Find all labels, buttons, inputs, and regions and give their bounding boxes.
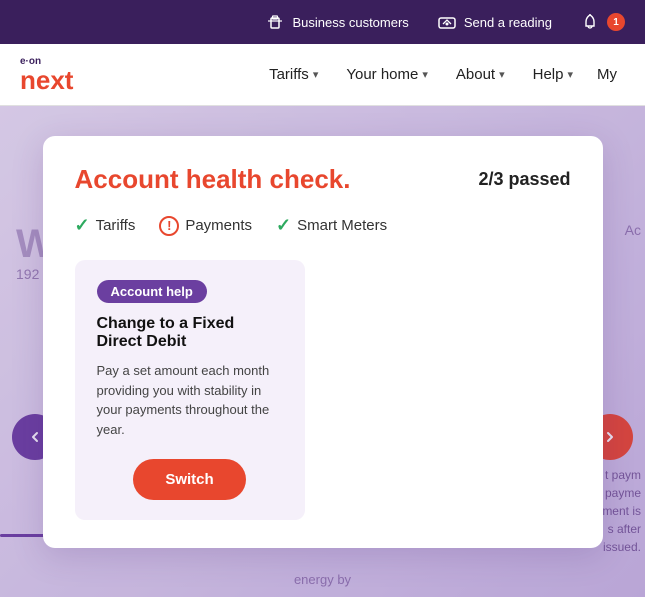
nav-bar: e·on next Tariffs ▾ Your home ▾ About ▾ … bbox=[0, 44, 645, 106]
check-tariffs: ✓ Tariffs bbox=[75, 215, 136, 236]
check-warning-icon: ! bbox=[159, 216, 179, 236]
check-smart-meters: ✓ Smart Meters bbox=[276, 215, 387, 236]
briefcase-icon bbox=[265, 12, 285, 32]
check-payments: ! Payments bbox=[159, 216, 252, 236]
switch-button[interactable]: Switch bbox=[133, 459, 245, 500]
top-bar: Business customers Send a reading 1 bbox=[0, 0, 645, 44]
help-card: Account help Change to a Fixed Direct De… bbox=[75, 260, 305, 520]
nav-help[interactable]: Help ▾ bbox=[521, 58, 585, 91]
nav-help-label: Help bbox=[533, 66, 564, 83]
nav-my[interactable]: My bbox=[589, 58, 625, 91]
nav-items: Tariffs ▾ Your home ▾ About ▾ Help ▾ My bbox=[257, 58, 625, 91]
check-pass-icon: ✓ bbox=[75, 215, 90, 236]
notification-bell[interactable]: 1 bbox=[580, 12, 625, 32]
nav-tariffs-label: Tariffs bbox=[269, 66, 309, 83]
nav-your-home-label: Your home bbox=[346, 66, 418, 83]
health-header: Account health check. 2/3 passed bbox=[75, 164, 571, 195]
chevron-down-icon: ▾ bbox=[567, 68, 573, 81]
check-tariffs-label: Tariffs bbox=[96, 217, 136, 234]
health-title: Account health check. bbox=[75, 164, 351, 195]
check-payments-label: Payments bbox=[185, 217, 252, 234]
logo-next: next bbox=[20, 67, 73, 93]
nav-about[interactable]: About ▾ bbox=[444, 58, 517, 91]
modal-overlay: Account health check. 2/3 passed ✓ Tarif… bbox=[0, 106, 645, 597]
chevron-down-icon: ▾ bbox=[422, 68, 428, 81]
check-smart-meters-label: Smart Meters bbox=[297, 217, 387, 234]
send-reading-label: Send a reading bbox=[464, 15, 552, 30]
send-reading-link[interactable]: Send a reading bbox=[437, 12, 552, 32]
health-checks: ✓ Tariffs ! Payments ✓ Smart Meters bbox=[75, 215, 571, 236]
chevron-down-icon: ▾ bbox=[313, 68, 319, 81]
bell-icon bbox=[580, 12, 600, 32]
nav-your-home[interactable]: Your home ▾ bbox=[334, 58, 440, 91]
account-help-badge: Account help bbox=[97, 280, 207, 303]
notification-count: 1 bbox=[607, 13, 625, 31]
help-card-title: Change to a Fixed Direct Debit bbox=[97, 315, 283, 351]
chevron-down-icon: ▾ bbox=[499, 68, 505, 81]
business-customers-label: Business customers bbox=[292, 15, 408, 30]
health-score: 2/3 passed bbox=[478, 169, 570, 190]
health-check-modal: Account health check. 2/3 passed ✓ Tarif… bbox=[43, 136, 603, 548]
help-card-description: Pay a set amount each month providing yo… bbox=[97, 361, 283, 439]
check-pass-icon: ✓ bbox=[276, 215, 291, 236]
business-customers-link[interactable]: Business customers bbox=[265, 12, 408, 32]
nav-tariffs[interactable]: Tariffs ▾ bbox=[257, 58, 330, 91]
nav-about-label: About bbox=[456, 66, 495, 83]
meter-icon bbox=[437, 12, 457, 32]
nav-my-label: My bbox=[597, 66, 617, 83]
logo: e·on next bbox=[20, 56, 73, 93]
